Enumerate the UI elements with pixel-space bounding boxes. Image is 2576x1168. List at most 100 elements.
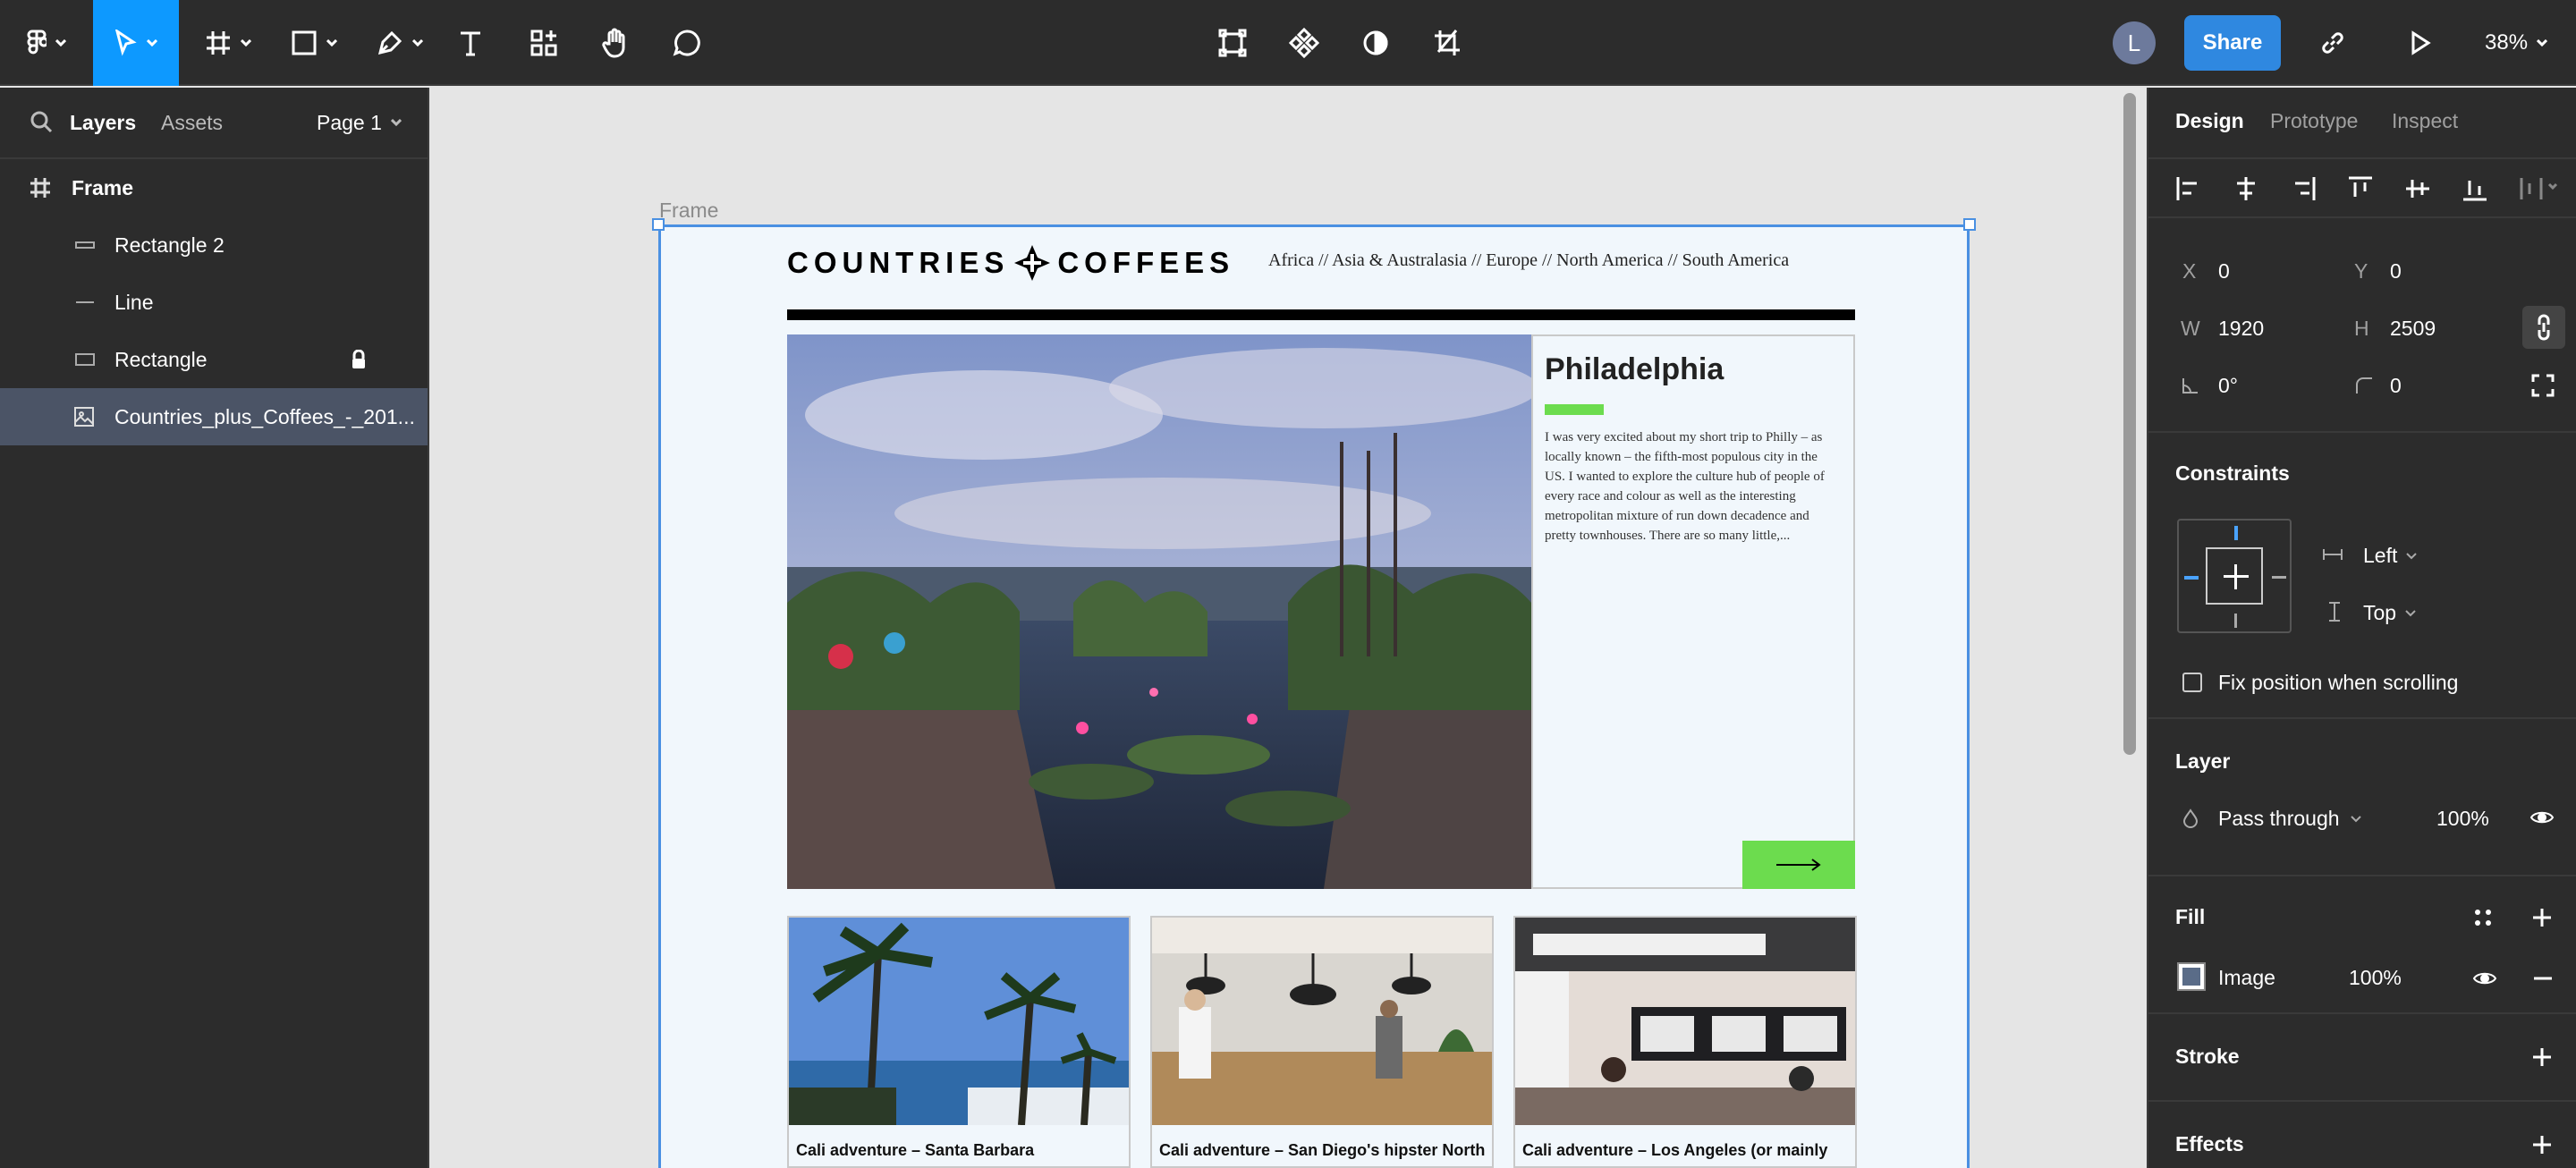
align-top-icon[interactable] [2347, 175, 2374, 202]
contrast-half-circle-icon [1363, 30, 1388, 55]
align-left-icon[interactable] [2175, 175, 2202, 202]
corner-radius-input[interactable]: 0 [2390, 374, 2402, 398]
card-photo [1515, 918, 1855, 1125]
card-title: Cali adventure – Santa Barbara [796, 1141, 1035, 1159]
move-tool-button[interactable] [93, 0, 179, 86]
zoom-level: 38% [2485, 30, 2529, 55]
fill-type-label[interactable]: Image [2218, 966, 2275, 990]
card-photo [1152, 918, 1492, 1125]
vertical-constraint-select[interactable]: Top [2363, 601, 2416, 625]
canvas-scrollbar[interactable] [2123, 93, 2136, 755]
resize-handle-top-left[interactable] [652, 218, 665, 231]
distribute-spacing-icon[interactable] [2519, 175, 2560, 202]
pen-tool-button[interactable] [369, 0, 431, 86]
comment-bubble-icon [673, 30, 700, 56]
layer-row-rectangle[interactable]: Rectangle [0, 331, 428, 388]
lock-icon[interactable] [351, 350, 367, 369]
width-input[interactable]: 1920 [2218, 317, 2264, 341]
constraint-widget[interactable] [2177, 519, 2292, 633]
layer-row-image[interactable]: Countries_plus_Coffees_-_201... [0, 388, 428, 445]
hand-icon [602, 28, 625, 58]
style-grid-icon[interactable] [2474, 909, 2492, 927]
article-card-los-angeles[interactable]: Cali adventure – Los Angeles (or mainly [1513, 916, 1857, 1168]
alignment-row [2148, 159, 2576, 218]
share-button[interactable]: Share [2184, 15, 2281, 71]
constraint-right-indicator[interactable] [2272, 576, 2286, 579]
frame-label[interactable]: Frame [659, 199, 718, 223]
layer-title: Layer [2175, 749, 2231, 773]
frame-tool-button[interactable] [197, 0, 259, 86]
create-component-button[interactable] [1284, 0, 1324, 86]
hero-photo [787, 334, 1531, 889]
align-vertical-center-icon[interactable] [2404, 175, 2431, 202]
comment-tool-button[interactable] [667, 0, 707, 86]
eye-icon[interactable] [2529, 808, 2555, 826]
read-more-arrow-button[interactable] [1742, 841, 1855, 889]
constraints-section: Constraints Left Top Fix position when s… [2148, 433, 2576, 719]
layer-name: Frame [72, 175, 134, 199]
rotation-input[interactable]: 0° [2218, 374, 2238, 398]
constraint-bottom-indicator[interactable] [2234, 614, 2237, 628]
y-input[interactable]: 0 [2390, 259, 2402, 284]
mask-button[interactable] [1356, 0, 1395, 86]
zoom-dropdown[interactable]: 38% [2485, 0, 2548, 86]
edit-object-button[interactable] [1213, 0, 1252, 86]
fix-position-checkbox[interactable] [2182, 673, 2202, 692]
independent-corners-icon[interactable] [2531, 374, 2555, 397]
text-t-icon [461, 31, 480, 56]
constraints-title: Constraints [2175, 461, 2290, 485]
present-button[interactable] [2401, 0, 2440, 86]
tab-prototype[interactable]: Prototype [2270, 109, 2358, 133]
copy-link-button[interactable] [2313, 0, 2352, 86]
header-divider-bar [787, 309, 1855, 320]
tab-layers[interactable]: Layers [70, 111, 136, 135]
layer-row-frame[interactable]: Frame [0, 159, 428, 216]
constraint-left-indicator[interactable] [2184, 576, 2199, 580]
align-right-icon[interactable] [2290, 175, 2317, 202]
layer-row-rectangle-2[interactable]: Rectangle 2 [0, 216, 428, 274]
square-icon [292, 30, 317, 55]
add-stroke-plus-icon[interactable] [2531, 1046, 2553, 1068]
fill-image-swatch[interactable] [2177, 962, 2206, 991]
pen-icon [377, 30, 402, 55]
main-menu-button[interactable] [20, 0, 73, 86]
align-horizontal-center-icon[interactable] [2233, 175, 2259, 202]
fill-opacity-input[interactable]: 100% [2349, 966, 2402, 990]
properties-panel: Design Prototype Inspect X 0 Y 0 W 1920 … [2147, 88, 2576, 1168]
align-bottom-icon[interactable] [2462, 175, 2488, 202]
article-card-san-diego[interactable]: Cali adventure – San Diego's hipster Nor… [1150, 916, 1494, 1168]
user-avatar[interactable]: L [2113, 21, 2156, 64]
vertical-constraint-value: Top [2363, 601, 2397, 624]
constraint-top-indicator[interactable] [2234, 526, 2238, 540]
article-card-santa-barbara[interactable]: Cali adventure – Santa Barbara [787, 916, 1131, 1168]
rotation-angle-icon [2182, 378, 2198, 394]
blend-mode-select[interactable]: Pass through [2218, 807, 2361, 831]
add-effect-plus-icon[interactable] [2531, 1134, 2553, 1155]
hand-tool-button[interactable] [596, 0, 635, 86]
tab-inspect[interactable]: Inspect [2392, 109, 2458, 133]
text-tool-button[interactable] [453, 0, 488, 86]
crop-button[interactable] [1428, 0, 1467, 86]
page-selector[interactable]: Page 1 [317, 111, 402, 135]
tab-assets[interactable]: Assets [161, 111, 223, 135]
layer-name: Line [114, 290, 154, 314]
height-input[interactable]: 2509 [2390, 317, 2436, 341]
resize-handle-top-right[interactable] [1963, 218, 1976, 231]
arrow-right-icon [1776, 859, 1821, 871]
layer-row-line[interactable]: Line [0, 274, 428, 331]
remove-fill-minus-icon[interactable] [2533, 977, 2553, 980]
layer-opacity-input[interactable]: 100% [2436, 807, 2489, 831]
tab-design[interactable]: Design [2175, 109, 2244, 133]
x-input[interactable]: 0 [2218, 259, 2230, 284]
add-fill-plus-icon[interactable] [2531, 907, 2553, 928]
constrain-proportions-button[interactable] [2522, 306, 2565, 349]
line-icon [75, 296, 95, 309]
h-label: H [2354, 317, 2369, 340]
image-icon [73, 406, 95, 427]
resources-button[interactable] [524, 0, 564, 86]
shape-tool-button[interactable] [283, 0, 345, 86]
horizontal-constraint-select[interactable]: Left [2363, 544, 2418, 568]
search-icon[interactable] [29, 109, 54, 134]
transform-section: X 0 Y 0 W 1920 H 2509 0° 0 [2148, 218, 2576, 433]
fill-visibility-eye-icon[interactable] [2472, 969, 2497, 987]
